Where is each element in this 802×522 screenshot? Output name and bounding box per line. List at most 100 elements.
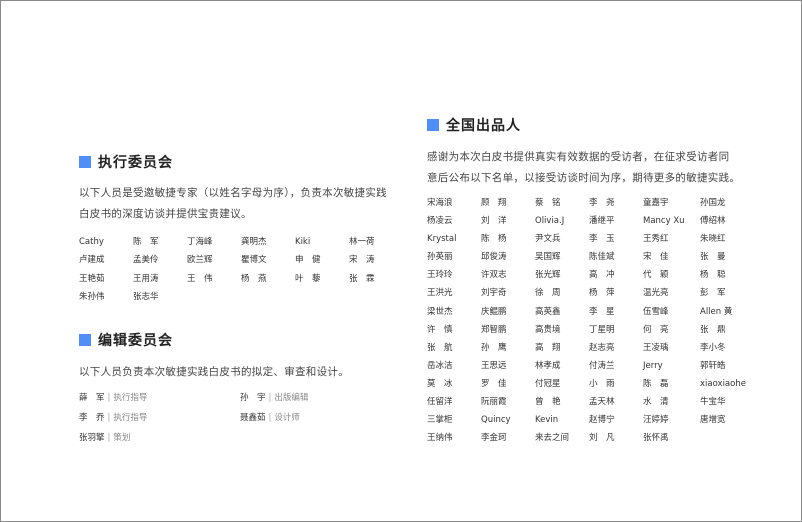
exec-description-line: 以下人员是受邀敏捷专家（以姓名字母为序），负责本次敏捷实践: [79, 187, 387, 199]
editorial-member-name: 孙 宇: [240, 393, 266, 403]
exec-member-name: 欧兰辉: [187, 255, 213, 266]
producer-name: 罗 佳: [481, 378, 507, 389]
producer-name: 阮丽霞: [481, 397, 507, 408]
exec-member-name: 王用涛: [133, 273, 159, 284]
editorial-member-role: 设计师: [274, 413, 300, 423]
editorial-member: 薛 军 | 执行指导: [79, 391, 147, 403]
exec-committee-title: 执行委员会: [98, 155, 173, 171]
exec-member-name: 丁海峰: [187, 237, 213, 247]
editorial-committee-description: 以下人员负责本次敏捷实践白皮书的拟定、审查和设计。: [79, 366, 349, 378]
producer-name: 张 鼎: [700, 324, 726, 335]
editorial-member: 孙 宇 | 出版编辑: [240, 391, 308, 403]
producer-name: 陈佳斌: [589, 252, 615, 263]
producer-name: 张 曼: [700, 252, 726, 263]
producer-name: 代 颖: [643, 270, 669, 281]
producer-name: 张怀禹: [643, 433, 669, 444]
producer-name: 李 玉: [589, 234, 615, 245]
exec-member-name: 王 伟: [187, 273, 213, 284]
producer-name: Quincy: [481, 415, 511, 426]
separator: |: [268, 393, 272, 403]
producers-description-line: 感谢为本次白皮书提供真实有效数据的受访者，在征求受访者同: [427, 151, 730, 163]
producer-name: 李 尧: [589, 198, 615, 208]
producer-name: 杨 萍: [589, 288, 615, 299]
producer-name: 孙国龙: [700, 198, 726, 208]
producer-name: 庆鲲鹏: [481, 306, 507, 317]
producer-name: 李小冬: [700, 342, 726, 353]
producer-name: 徐 周: [535, 288, 561, 299]
producer-name: 张 航: [427, 342, 453, 353]
producer-name: 杨凌云: [427, 216, 453, 227]
producer-name: 蔡 铭: [535, 198, 561, 208]
producer-name: xiaoxiaohe: [700, 378, 746, 389]
exec-member-name: 陈 军: [133, 237, 159, 247]
national-producers-members: 宋海浪 顾 翔 蔡 铭 李 尧 童嘉宇 孙国龙 杨凌云 刘 洋 Olivia.J 潘继平 Mancy…: [427, 194, 760, 447]
editorial-committee-heading: 编辑委员会: [79, 330, 173, 350]
producer-name: 曾 艳: [535, 397, 561, 408]
editorial-member-name: 薛 军: [79, 393, 105, 403]
producer-name: 任留洋: [427, 397, 453, 408]
producer-name: 高英鑫: [535, 306, 561, 317]
exec-description-line: 白皮书的深度访谈并提供宝贵建议。: [79, 208, 252, 220]
producer-name: 李金珂: [481, 433, 507, 444]
producer-name: 丁星明: [589, 324, 615, 335]
national-producers-description: 感谢为本次白皮书提供真实有效数据的受访者，在征求受访者同 意后公布以下名单，以接…: [427, 147, 740, 189]
section-marker-icon: [79, 156, 91, 168]
producer-name: 温光亮: [643, 288, 669, 299]
national-producers-title: 全国出品人: [446, 118, 521, 134]
producer-name: 王纳伟: [427, 433, 453, 444]
producer-name: 牛宝华: [700, 397, 726, 408]
producer-name: 王凌瑀: [643, 342, 669, 353]
producer-name: 王洪光: [427, 288, 453, 299]
producer-name: 吴国辉: [535, 252, 561, 263]
producer-name: 邱俊涛: [481, 252, 507, 263]
producer-name: 杨 聪: [700, 270, 726, 281]
exec-member-name: 卢建成: [79, 255, 105, 266]
producer-name: 高 翔: [535, 342, 561, 353]
producers-description-line: 意后公布以下名单，以接受访谈时间为序，期待更多的敏捷实践。: [427, 172, 741, 184]
editorial-member: 张羽擎 | 策划: [79, 431, 130, 443]
producer-name: 孟天林: [589, 397, 615, 408]
producer-name: 郭轩皓: [700, 360, 726, 371]
editorial-member-role: 执行指导: [113, 393, 148, 403]
exec-member-name: Cathy: [79, 237, 104, 247]
producer-name: 童嘉宇: [643, 198, 669, 208]
producer-name: 张光辉: [535, 270, 561, 281]
separator: |: [107, 393, 111, 403]
exec-committee-heading: 执行委员会: [79, 152, 173, 172]
editorial-member-name: 张羽擎: [79, 433, 105, 443]
producer-name: 陈 磊: [643, 378, 669, 389]
producer-name: 刘 凡: [589, 433, 615, 444]
exec-member-name: 瞿博文: [241, 255, 267, 266]
producer-name: 汪婷婷: [643, 415, 669, 426]
exec-member-name: 宋 涛: [349, 255, 375, 266]
editorial-member-role: 策划: [113, 433, 131, 443]
editorial-member-name: 李 乔: [79, 413, 105, 423]
exec-member-name: 林一荷: [349, 237, 375, 247]
exec-member-name: 张 霖: [349, 273, 375, 284]
exec-member-name: 朱孙伟: [79, 291, 105, 302]
national-producers-heading: 全国出品人: [427, 115, 521, 135]
producer-name: Mancy Xu: [643, 216, 685, 227]
separator: |: [107, 413, 111, 423]
exec-member-name: 孟美伶: [133, 255, 159, 266]
producer-name: Kevin: [535, 415, 559, 426]
exec-member-name: 杨 燕: [241, 273, 267, 284]
producer-name: 王思远: [481, 360, 507, 371]
producer-name: 朱晓红: [700, 234, 726, 245]
producer-name: 高 冲: [589, 270, 615, 281]
producer-name: 赵志亮: [589, 342, 615, 353]
exec-member-name: 张志华: [133, 291, 159, 302]
producer-name: 陈 杨: [481, 234, 507, 245]
separator: |: [107, 433, 111, 443]
editorial-member-name: 聂鑫茹: [240, 413, 266, 423]
producer-name: 小 雨: [589, 378, 615, 389]
editorial-member: 李 乔 | 执行指导: [79, 411, 147, 423]
producer-name: 水 清: [643, 397, 669, 408]
producer-name: 三掌柜: [427, 415, 453, 426]
producer-name: Krystal: [427, 234, 457, 245]
producer-name: 孙英丽: [427, 252, 453, 263]
exec-member-name: 申 健: [295, 255, 321, 266]
producer-name: 唐增宽: [700, 415, 726, 426]
exec-member-name: 叶 藜: [295, 273, 321, 284]
producer-name: 郑智鹏: [481, 324, 507, 335]
